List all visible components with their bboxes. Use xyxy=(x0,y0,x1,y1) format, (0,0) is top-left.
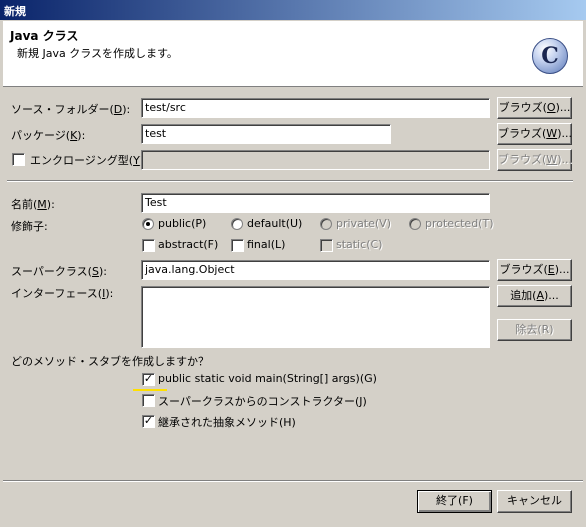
add-interface-button[interactable]: 追加(A)... xyxy=(497,285,572,307)
interfaces-label: インターフェース(I): xyxy=(11,287,114,300)
abstract-checkbox[interactable] xyxy=(142,239,155,252)
source-folder-input[interactable]: test/src xyxy=(141,98,490,118)
enclosing-type-input[interactable] xyxy=(141,150,490,170)
highlight-mark xyxy=(133,389,167,391)
final-checkbox-label: final(L) xyxy=(247,238,286,251)
inherited-methods-label: 継承された抽象メソッド(H) xyxy=(158,416,296,429)
footer-separator xyxy=(3,480,583,482)
private-radio[interactable] xyxy=(320,218,332,230)
name-label: 名前(M): xyxy=(11,198,55,211)
main-method-checkbox[interactable]: ✓ xyxy=(142,373,155,386)
enclosing-type-label: エンクロージング型(Y): xyxy=(30,154,148,167)
class-name-input[interactable]: Test xyxy=(141,193,490,213)
remove-interface-button[interactable]: 除去(R) xyxy=(497,319,572,341)
interfaces-list[interactable] xyxy=(141,286,490,348)
superclass-browse-button[interactable]: ブラウズ(E)... xyxy=(497,259,572,281)
enclosing-type-checkbox[interactable] xyxy=(12,153,25,166)
java-class-icon: C xyxy=(532,38,568,74)
public-radio[interactable] xyxy=(142,218,154,230)
package-label: パッケージ(K): xyxy=(11,129,86,142)
abstract-checkbox-label: abstract(F) xyxy=(158,238,219,251)
method-stubs-question: どのメソッド・スタブを作成しますか？ xyxy=(11,355,209,368)
superclass-input[interactable]: java.lang.Object xyxy=(141,260,490,280)
main-method-label: public static void main(String[] args)(G… xyxy=(158,372,377,385)
finish-button[interactable]: 終了(F) xyxy=(417,490,492,513)
banner-title: Java クラス xyxy=(10,29,79,43)
cancel-button[interactable]: キャンセル xyxy=(497,490,572,513)
inherited-methods-checkbox[interactable]: ✓ xyxy=(142,415,155,428)
public-radio-label: public(P) xyxy=(158,217,207,230)
package-input[interactable]: test xyxy=(141,124,391,144)
modifiers-label: 修飾子: xyxy=(11,220,48,233)
source-folder-label: ソース・フォルダー(D): xyxy=(11,103,131,116)
enclosing-type-browse-button[interactable]: ブラウズ(W)... xyxy=(497,149,572,171)
protected-radio-label: protected(T) xyxy=(425,217,494,230)
private-radio-label: private(V) xyxy=(336,217,391,230)
superclass-label: スーパークラス(S): xyxy=(11,265,107,278)
final-checkbox[interactable] xyxy=(231,239,244,252)
constructors-label: スーパークラスからのコンストラクター(J) xyxy=(158,395,367,408)
protected-radio[interactable] xyxy=(409,218,421,230)
banner-description: 新規 Java クラスを作成します。 xyxy=(17,47,178,60)
source-folder-browse-button[interactable]: ブラウズ(O)... xyxy=(497,97,572,119)
default-radio[interactable] xyxy=(231,218,243,230)
constructors-checkbox[interactable] xyxy=(142,394,155,407)
window-title: 新規 xyxy=(0,0,586,20)
package-browse-button[interactable]: ブラウズ(W)... xyxy=(497,123,572,145)
separator xyxy=(7,180,573,182)
default-radio-label: default(U) xyxy=(247,217,303,230)
static-checkbox-label: static(C) xyxy=(336,238,383,251)
static-checkbox[interactable] xyxy=(320,239,333,252)
wizard-banner: Java クラス 新規 Java クラスを作成します。 C xyxy=(3,21,583,87)
